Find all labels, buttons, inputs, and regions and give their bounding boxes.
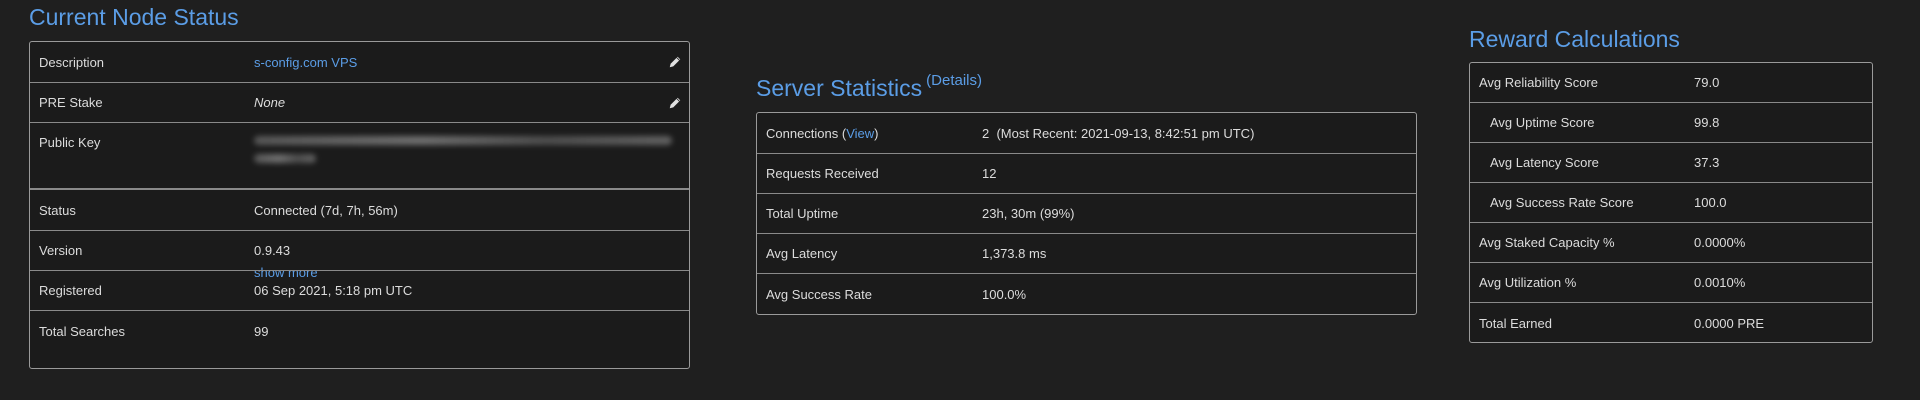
staked-capacity-value: 0.0000% xyxy=(1694,235,1746,250)
server-stats-title: Server Statistics xyxy=(756,75,923,101)
total-earned-label: Total Earned xyxy=(1479,315,1552,331)
rewards-table: Avg Reliability Score 79.0 Avg Uptime Sc… xyxy=(1469,62,1873,343)
uptime-value: 23h, 30m (99%) xyxy=(982,206,1075,221)
row-reliability: Avg Reliability Score 79.0 xyxy=(1470,63,1872,103)
row-public-key: Public Key show more xyxy=(30,123,689,280)
row-version: Version 0.9.43 xyxy=(30,231,689,271)
requests-value: 12 xyxy=(982,166,997,181)
reliability-label: Avg Reliability Score xyxy=(1479,75,1598,90)
public-key-redacted-line xyxy=(254,154,316,163)
public-key-value: show more xyxy=(254,123,689,280)
connections-label: Connections (View) xyxy=(757,126,982,141)
total-earned-value: 0.0000 PRE xyxy=(1694,315,1765,331)
latency-value: 1,373.8 ms xyxy=(982,246,1047,261)
pre-stake-label: PRE Stake xyxy=(39,95,103,110)
row-success-score: Avg Success Rate Score 100.0 xyxy=(1470,183,1872,223)
uptime-score-value: 99.8 xyxy=(1694,115,1720,130)
success-rate-value: 100.0% xyxy=(982,286,1027,302)
row-connections: Connections (View) 2 (Most Recent: 2021-… xyxy=(757,113,1416,154)
view-connections-link[interactable]: View xyxy=(846,126,874,141)
server-stats-heading: Server Statistics (Details) xyxy=(756,72,982,102)
details-link[interactable]: (Details) xyxy=(926,72,982,89)
connections-label-close: ) xyxy=(874,125,879,141)
row-registered: Registered 06 Sep 2021, 5:18 pm UTC xyxy=(30,271,689,311)
status-label: Status xyxy=(39,202,76,218)
edit-description-pencil-icon[interactable] xyxy=(668,55,682,69)
connections-label-text: Connections ( xyxy=(766,125,847,141)
connections-value: 2 (Most Recent: 2021-09-13, 8:42:51 pm U… xyxy=(982,125,1255,141)
node-status-table: Description s-config.com VPS PRE Stake N… xyxy=(29,41,690,369)
utilization-value: 0.0010% xyxy=(1694,275,1746,290)
row-latency-score: Avg Latency Score 37.3 xyxy=(1470,143,1872,183)
row-total-uptime: Total Uptime 23h, 30m (99%) xyxy=(757,194,1416,234)
version-value: 0.9.43 xyxy=(254,243,291,258)
total-searches-value: 99 xyxy=(254,323,269,339)
row-requests-received: Requests Received 12 xyxy=(757,154,1416,194)
row-uptime-score: Avg Uptime Score 99.8 xyxy=(1470,103,1872,143)
total-searches-label: Total Searches xyxy=(39,323,125,339)
server-stats-table: Connections (View) 2 (Most Recent: 2021-… xyxy=(756,112,1417,315)
latency-score-value: 37.3 xyxy=(1694,155,1720,170)
node-status-title: Current Node Status xyxy=(29,4,239,30)
uptime-score-label: Avg Uptime Score xyxy=(1490,115,1595,130)
pre-stake-value: None xyxy=(254,95,286,110)
row-total-searches: Total Searches 99 xyxy=(30,311,689,351)
requests-label: Requests Received xyxy=(766,166,879,181)
staked-capacity-label: Avg Staked Capacity % xyxy=(1479,235,1615,250)
utilization-label: Avg Utilization % xyxy=(1479,275,1577,290)
public-key-redacted-line xyxy=(254,136,672,145)
success-rate-label: Avg Success Rate xyxy=(766,286,872,302)
latency-label: Avg Latency xyxy=(766,246,838,261)
status-value: Connected (7d, 7h, 56m) xyxy=(254,202,398,218)
row-avg-latency: Avg Latency 1,373.8 ms xyxy=(757,234,1416,274)
registered-label: Registered xyxy=(39,283,102,298)
latency-score-label: Avg Latency Score xyxy=(1490,155,1599,170)
row-avg-success-rate: Avg Success Rate 100.0% xyxy=(757,274,1416,314)
public-key-label: Public Key xyxy=(39,135,101,150)
row-total-earned: Total Earned 0.0000 PRE xyxy=(1470,303,1872,343)
success-score-value: 100.0 xyxy=(1694,195,1727,210)
row-utilization: Avg Utilization % 0.0010% xyxy=(1470,263,1872,303)
row-description: Description s-config.com VPS xyxy=(30,42,689,83)
registered-value: 06 Sep 2021, 5:18 pm UTC xyxy=(254,283,413,298)
rewards-title: Reward Calculations xyxy=(1469,26,1680,52)
edit-stake-pencil-icon[interactable] xyxy=(668,96,682,110)
description-label: Description xyxy=(39,54,105,70)
uptime-label: Total Uptime xyxy=(766,206,839,221)
version-label: Version xyxy=(39,243,83,258)
row-status: Status Connected (7d, 7h, 56m) xyxy=(30,189,689,231)
description-value-link[interactable]: s-config.com VPS xyxy=(254,55,689,70)
reliability-value: 79.0 xyxy=(1694,75,1720,90)
row-pre-stake: PRE Stake None xyxy=(30,83,689,123)
row-staked-capacity: Avg Staked Capacity % 0.0000% xyxy=(1470,223,1872,263)
success-score-label: Avg Success Rate Score xyxy=(1490,195,1634,210)
